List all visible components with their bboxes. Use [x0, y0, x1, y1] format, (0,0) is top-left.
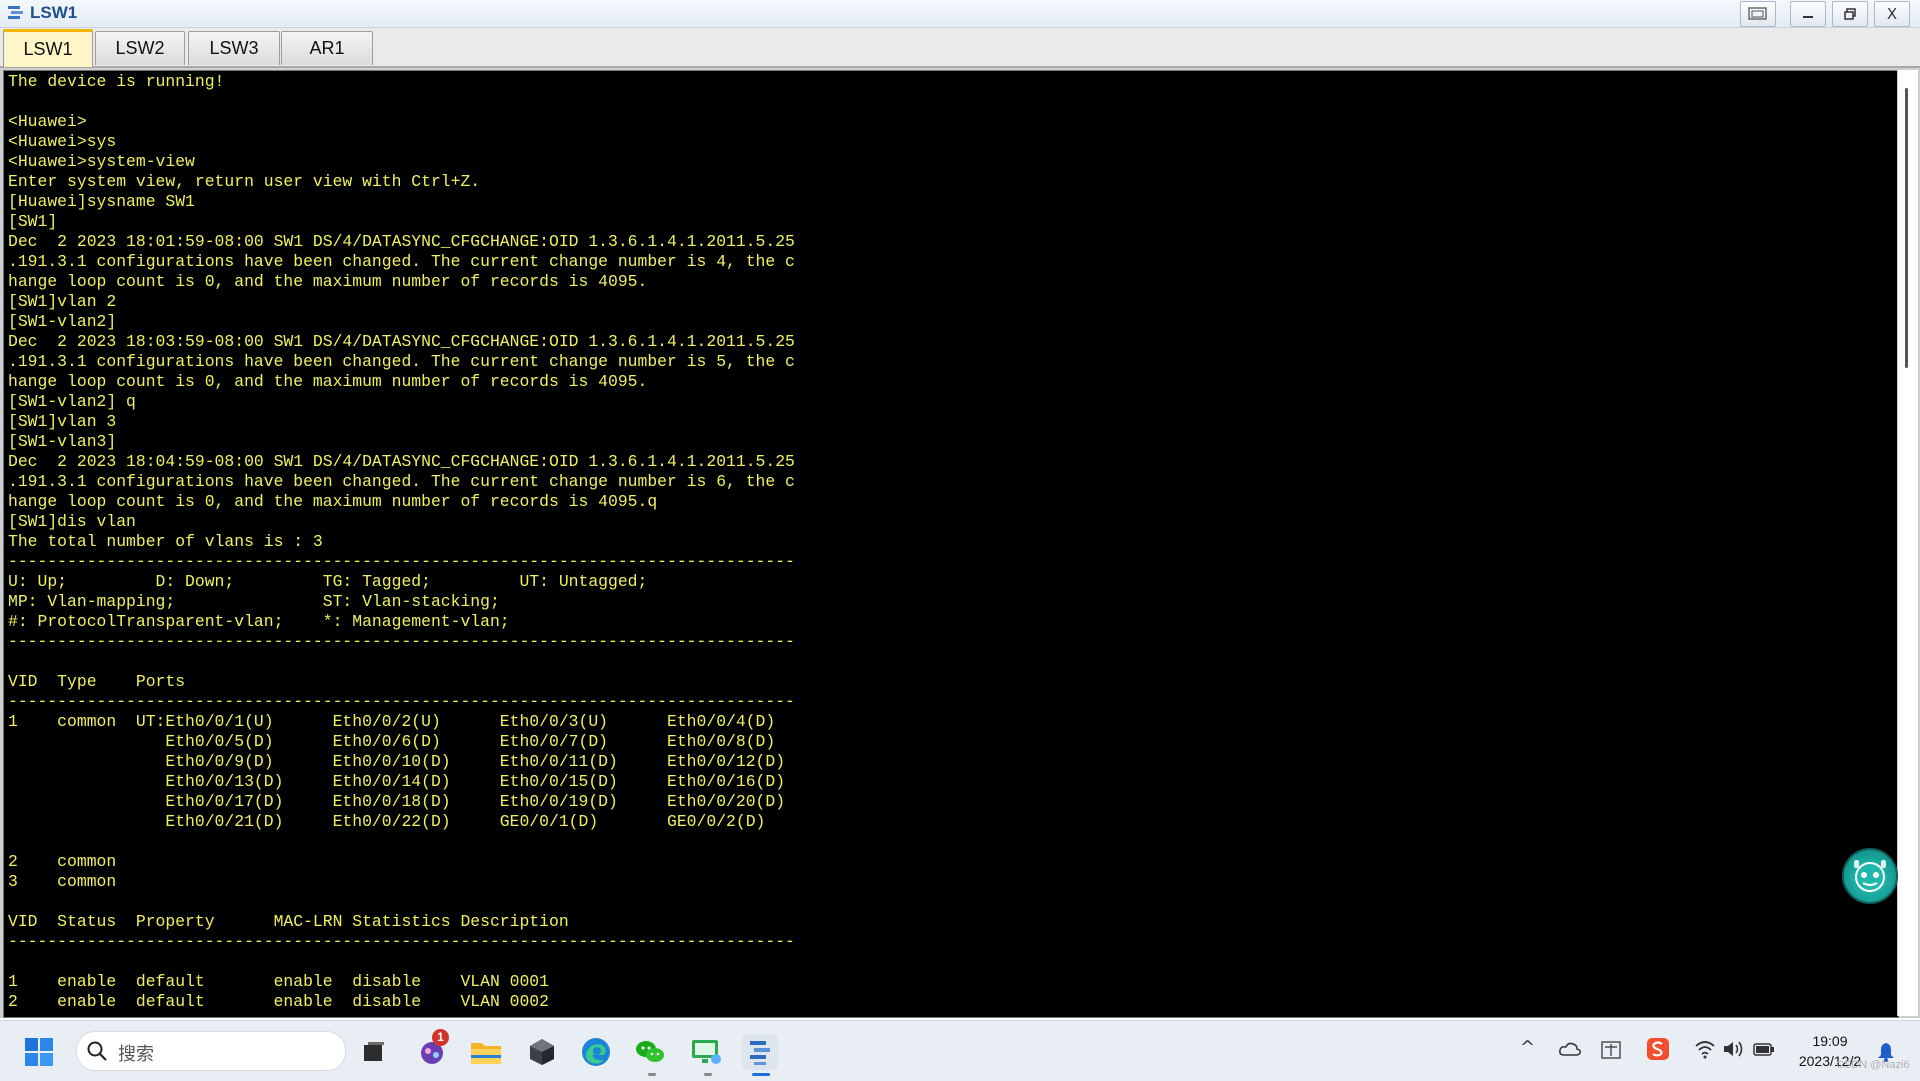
- device-tab-strip: LSW1 LSW2 LSW3 AR1: [0, 28, 1920, 68]
- terminal-line: 3 common: [8, 872, 117, 891]
- terminal-line: ----------------------------------------…: [8, 552, 795, 571]
- title-bar: LSW1 X: [0, 0, 1920, 28]
- tab-label: LSW3: [209, 38, 259, 58]
- terminal-line: [SW1]: [8, 212, 58, 231]
- terminal-line: U: Up; D: Down; TG: Tagged; UT: Untagged…: [8, 572, 648, 591]
- ensp-app-icon: [8, 6, 23, 19]
- tab-label: LSW2: [115, 38, 165, 58]
- maximize-button[interactable]: [1832, 1, 1868, 27]
- terminal-output: The device is running! <Huawei> <Huawei>…: [8, 72, 795, 1012]
- tab-lsw3[interactable]: LSW3: [188, 31, 280, 65]
- terminal-line: Dec 2 2023 18:04:59-08:00 SW1 DS/4/DATAS…: [8, 452, 795, 471]
- terminal-line: VID Type Ports: [8, 672, 186, 691]
- taskbar-search-box[interactable]: [76, 1031, 346, 1071]
- terminal-line: hange loop count is 0, and the maximum n…: [8, 492, 658, 511]
- ime-icon[interactable]: [1600, 1039, 1622, 1061]
- terminal-line: Eth0/0/17(D) Eth0/0/18(D) Eth0/0/19(D) E…: [8, 792, 786, 811]
- terminal-line: .191.3.1 configurations have been change…: [8, 472, 795, 491]
- terminal-line: #: ProtocolTransparent-vlan; *: Manageme…: [8, 612, 510, 631]
- tab-label: LSW1: [23, 39, 73, 59]
- running-indicator: [704, 1073, 712, 1076]
- watermark-text: CSDN @Nazi6: [1836, 1059, 1910, 1071]
- terminal-line: 2 common: [8, 852, 117, 871]
- terminal-line: [SW1-vlan2]: [8, 312, 117, 331]
- terminal-line: 2 enable default enable disable VLAN 000…: [8, 992, 549, 1011]
- terminal-line: Eth0/0/21(D) Eth0/0/22(D) GE0/0/1(D) GE0…: [8, 812, 766, 831]
- terminal-line: VID Status Property MAC-LRN Statistics D…: [8, 912, 569, 931]
- terminal-line: The total number of vlans is : 3: [8, 532, 323, 551]
- windows-start-icon[interactable]: [24, 1037, 54, 1067]
- search-placeholder: 搜索: [118, 1044, 154, 1064]
- terminal-line: [SW1]dis vlan: [8, 512, 136, 531]
- terminal-line: 1 enable default enable disable VLAN 000…: [8, 972, 549, 991]
- battery-icon[interactable]: [1752, 1039, 1776, 1059]
- terminal-line: hange loop count is 0, and the maximum n…: [8, 372, 648, 391]
- terminal-scrollbar[interactable]: [1897, 70, 1918, 1016]
- cloud-icon[interactable]: [1558, 1041, 1582, 1057]
- terminal-line: .191.3.1 configurations have been change…: [8, 252, 795, 271]
- close-button[interactable]: X: [1874, 1, 1910, 27]
- terminal-line: [SW1]vlan 3: [8, 412, 117, 431]
- terminal-line: <Huawei>sys: [8, 132, 117, 151]
- wifi-icon[interactable]: [1694, 1039, 1716, 1059]
- terminal-line: Dec 2 2023 18:03:59-08:00 SW1 DS/4/DATAS…: [8, 332, 795, 351]
- terminal-line: MP: Vlan-mapping; ST: Vlan-stacking;: [8, 592, 500, 611]
- terminal-console[interactable]: The device is running! <Huawei> <Huawei>…: [3, 70, 1899, 1018]
- task-view-icon[interactable]: [356, 1034, 392, 1070]
- terminal-line: hange loop count is 0, and the maximum n…: [8, 272, 648, 291]
- maximize-icon: [1844, 8, 1856, 20]
- terminal-line: ----------------------------------------…: [8, 632, 795, 651]
- running-indicator: [648, 1073, 656, 1076]
- sogou-icon[interactable]: [1646, 1037, 1670, 1061]
- terminal-line: <Huawei>system-view: [8, 152, 195, 171]
- close-icon: X: [1886, 5, 1898, 23]
- terminal-line: [Huawei]sysname SW1: [8, 192, 195, 211]
- terminal-line: Eth0/0/13(D) Eth0/0/14(D) Eth0/0/15(D) E…: [8, 772, 786, 791]
- robot-face-icon: [1854, 860, 1886, 892]
- scrollbar-thumb[interactable]: [1905, 88, 1908, 368]
- floating-assistant-icon[interactable]: [1842, 848, 1898, 904]
- terminal-line: Enter system view, return user view with…: [8, 172, 481, 191]
- wechat-icon[interactable]: [632, 1034, 668, 1070]
- terminal-line: [SW1-vlan3]: [8, 432, 117, 451]
- restore-pane-button[interactable]: [1740, 1, 1776, 27]
- window-title: LSW1: [30, 3, 78, 22]
- tab-lsw2[interactable]: LSW2: [95, 31, 185, 65]
- 3d-box-app-icon[interactable]: [524, 1034, 560, 1070]
- terminal-line: ----------------------------------------…: [8, 692, 795, 711]
- terminal-frame: The device is running! <Huawei> <Huawei>…: [0, 68, 1920, 1018]
- notification-badge: 1: [432, 1029, 449, 1046]
- terminal-line: Dec 2 2023 18:01:59-08:00 SW1 DS/4/DATAS…: [8, 232, 795, 251]
- remote-desktop-icon[interactable]: [688, 1034, 724, 1070]
- clock-time: 19:09: [1812, 1033, 1848, 1049]
- minimize-icon: [1803, 16, 1813, 18]
- terminal-line: Eth0/0/9(D) Eth0/0/10(D) Eth0/0/11(D) Et…: [8, 752, 786, 771]
- pane-icon: [1748, 7, 1767, 20]
- file-explorer-icon[interactable]: [468, 1034, 504, 1070]
- tab-label: AR1: [309, 38, 345, 58]
- windows-taskbar: 搜索 1 ^ 19:09 2023/12/2: [0, 1020, 1920, 1081]
- ensp-taskbar-icon[interactable]: [742, 1034, 778, 1070]
- terminal-line: [SW1]vlan 2: [8, 292, 117, 311]
- terminal-line: ----------------------------------------…: [8, 932, 795, 951]
- active-indicator: [752, 1073, 770, 1076]
- terminal-line: Eth0/0/5(D) Eth0/0/6(D) Eth0/0/7(D) Eth0…: [8, 732, 776, 751]
- chevron-up-icon[interactable]: ^: [1520, 1037, 1535, 1058]
- terminal-line: 1 common UT:Eth0/0/1(U) Eth0/0/2(U) Eth0…: [8, 712, 776, 731]
- search-icon: [87, 1041, 107, 1061]
- terminal-line: <Huawei>: [8, 112, 87, 131]
- volume-icon[interactable]: [1722, 1039, 1744, 1059]
- tab-lsw1[interactable]: LSW1: [3, 29, 93, 67]
- terminal-line: [SW1-vlan2] q: [8, 392, 136, 411]
- terminal-line: .191.3.1 configurations have been change…: [8, 352, 795, 371]
- tab-ar1[interactable]: AR1: [281, 31, 373, 65]
- terminal-line: The device is running!: [8, 72, 225, 91]
- minimize-button[interactable]: [1790, 1, 1826, 27]
- edge-browser-icon[interactable]: [578, 1034, 614, 1070]
